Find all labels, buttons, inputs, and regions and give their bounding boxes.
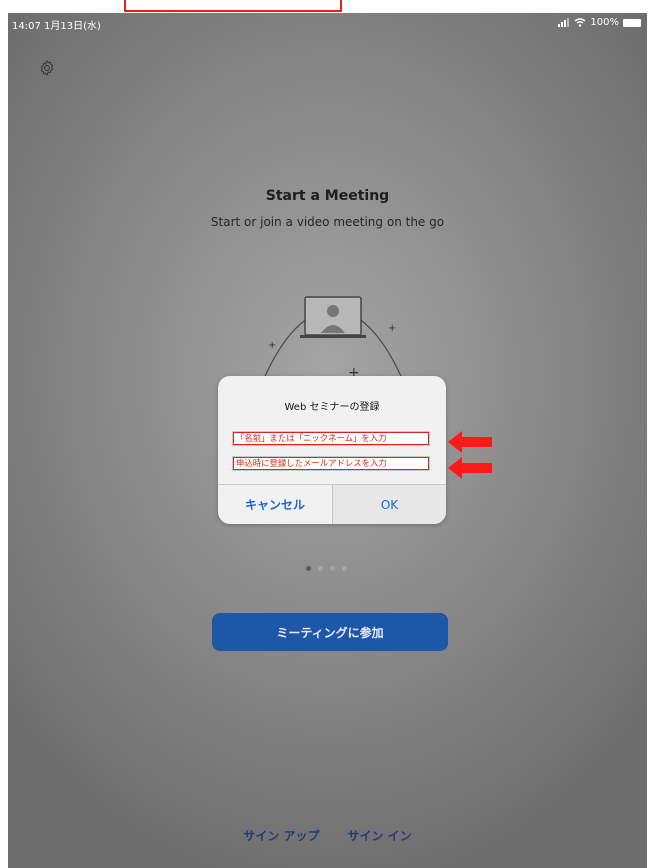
arrow-left-icon (448, 457, 492, 479)
arrow-left-icon (448, 431, 492, 453)
email-field-annotation: 申込時に登録したメールアドレスを入力 (233, 457, 429, 470)
sign-in-link[interactable]: サイン イン (348, 827, 412, 844)
page-indicator (306, 566, 347, 571)
name-field-annotation: 「名前」または「ニックネーム」を入力 (233, 432, 429, 445)
page-dot[interactable] (318, 566, 323, 571)
page-title: Start a Meeting (265, 188, 390, 204)
settings-gear-icon[interactable] (38, 59, 56, 77)
app-screen: 14:07 1月13日(水) 100% Start a Meeting Star… (8, 13, 647, 868)
svg-text:+: + (268, 340, 276, 351)
webinar-registration-dialog: Web セミナーの登録 「名前」または「ニックネーム」を入力 申込時に登録したメ… (218, 376, 446, 524)
battery-percent: 100% (590, 17, 619, 28)
page-subtitle: Start or join a video meeting on the go (210, 215, 445, 229)
page-dot[interactable] (330, 566, 335, 571)
status-time: 14:07 1月13日(水) (12, 21, 101, 32)
name-input[interactable]: 「名前」または「ニックネーム」を入力 (232, 431, 430, 446)
annotation-box (124, 0, 342, 12)
join-meeting-button[interactable]: ミーティングに参加 (212, 613, 448, 651)
svg-text:+: + (388, 323, 396, 334)
page-dot[interactable] (306, 566, 311, 571)
status-bar: 14:07 1月13日(水) 100% (8, 13, 647, 33)
dialog-title: Web セミナーの登録 (284, 402, 380, 413)
battery-icon (623, 18, 641, 27)
auth-links: サイン アップ サイン イン (8, 827, 647, 844)
cancel-button[interactable]: キャンセル (218, 485, 332, 524)
sign-up-link[interactable]: サイン アップ (243, 827, 319, 844)
page-dot[interactable] (342, 566, 347, 571)
email-input[interactable]: 申込時に登録したメールアドレスを入力 (232, 456, 430, 471)
wifi-icon (574, 18, 586, 27)
status-indicators: 100% (558, 17, 641, 28)
ok-button[interactable]: OK (333, 485, 446, 524)
signal-icon (558, 18, 570, 27)
